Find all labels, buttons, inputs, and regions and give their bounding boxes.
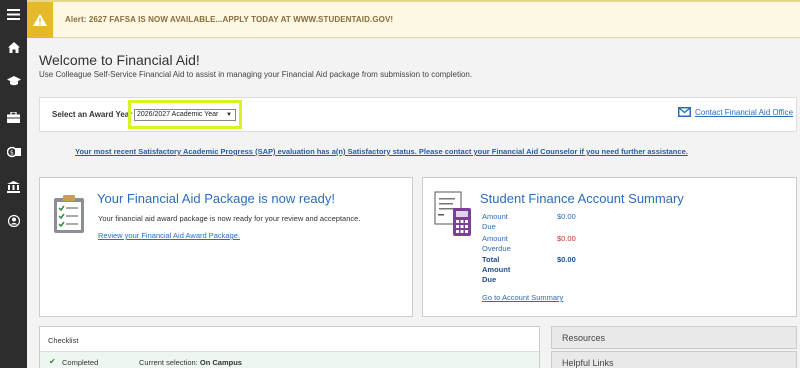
helpful-links-label: Helpful Links [562,358,614,368]
helpful-links-panel[interactable]: Helpful Links [551,351,797,368]
award-year-selected: 2026/2027 Academic Year [137,111,219,118]
checklist-header: Checklist [48,336,79,345]
alert-banner: Alert: 2627 FAFSA IS NOW AVAILABLE...APP… [27,0,800,38]
checklist-status: Completed [62,358,99,367]
contact-financial-aid-text: Contact Financial Aid Office [695,107,794,117]
alert-text: Alert: 2627 FAFSA IS NOW AVAILABLE...APP… [65,15,394,24]
contact-financial-aid-link[interactable]: Contact Financial Aid Office [678,107,793,117]
checklist-row[interactable]: ✔ Completed Current selection: On Campus [40,351,539,368]
total-amount-due-label: Total Amount Due [482,255,511,284]
resources-panel[interactable]: Resources [551,326,797,349]
amount-overdue-value: $0.00 [557,234,576,243]
sidebar-nav: $ [0,0,27,368]
checklist-panel: Checklist ✔ Completed Current selection:… [39,326,540,368]
award-year-select[interactable]: 2026/2027 Academic Year ▼ [134,109,236,121]
user-icon[interactable] [0,210,27,232]
amount-overdue-label: Amount Overdue [482,234,511,253]
checklist-selection: Current selection: On Campus [139,358,242,367]
finance-summary-title: Student Finance Account Summary [480,191,684,206]
page-subtitle: Use Colleague Self-Service Financial Aid… [39,70,473,79]
account-summary-link[interactable]: Go to Account Summary [482,293,563,302]
svg-text:$: $ [10,150,14,157]
briefcase-icon[interactable] [0,106,27,128]
award-year-highlight: 2026/2027 Academic Year ▼ [128,100,242,129]
calculator-document-icon [433,190,477,243]
financial-aid-package-card: Your Financial Aid Package is now ready!… [39,177,413,317]
graduation-cap-icon[interactable] [0,70,27,92]
home-icon[interactable] [0,36,27,58]
review-award-package-link[interactable]: Review your Financial Aid Award Package. [98,231,240,240]
amount-due-value: $0.00 [557,212,576,221]
award-year-bar: Select an Award Year 2026/2027 Academic … [39,97,797,132]
checklist-selection-value: On Campus [199,358,242,367]
total-amount-due-value: $0.00 [557,255,576,264]
warning-icon [27,2,53,38]
bank-icon[interactable] [0,176,27,198]
checkmark-icon: ✔ [49,357,56,366]
sap-status-link[interactable]: Your most recent Satisfactory Academic P… [75,147,688,156]
award-year-label: Select an Award Year [52,110,133,119]
aid-package-description: Your financial aid award package is now … [98,214,361,223]
student-finance-summary-card: Student Finance Account Summary Amount D… [422,177,797,317]
envelope-icon [678,107,691,117]
aid-package-title: Your Financial Aid Package is now ready! [97,191,335,206]
checklist-clipboard-icon [52,194,88,239]
resources-label: Resources [562,333,606,343]
menu-icon[interactable] [0,3,27,25]
amount-due-label: Amount Due [482,212,508,231]
finance-icon[interactable]: $ [0,141,27,163]
chevron-down-icon: ▼ [226,112,232,118]
page-title: Welcome to Financial Aid! [39,52,200,68]
